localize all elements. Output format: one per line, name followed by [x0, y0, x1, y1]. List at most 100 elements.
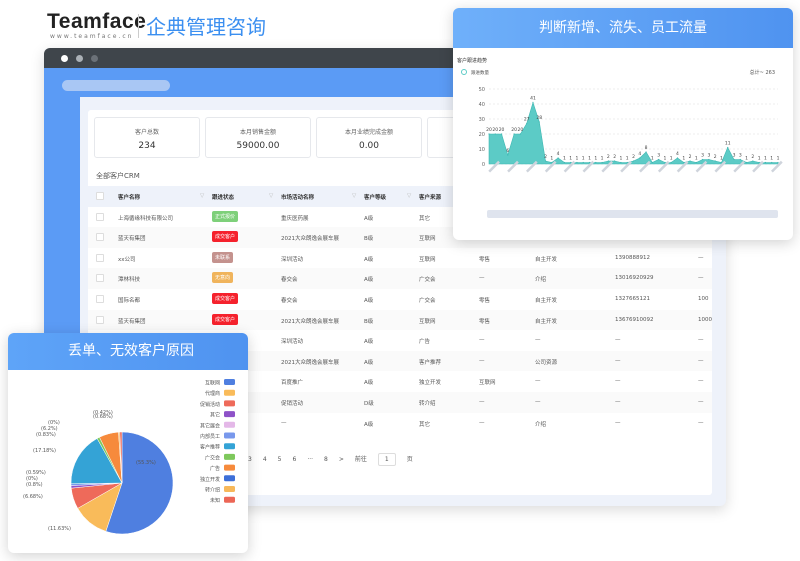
data-label: 1 [663, 156, 666, 162]
y-tick-label: 40 [479, 102, 485, 108]
column-header[interactable]: 跟进状态 [212, 193, 234, 201]
customer-name[interactable]: xx公司 [118, 255, 136, 263]
table-cell: — [698, 254, 704, 261]
legend-label[interactable]: 广交会 [205, 454, 220, 461]
legend-label[interactable]: 转介绍 [205, 487, 220, 494]
legend-label[interactable]: 促销活动 [200, 401, 220, 408]
legend-label[interactable]: 代理商 [205, 390, 220, 397]
customer-name[interactable]: 国际名都 [118, 296, 140, 304]
page-link[interactable]: 6 [292, 456, 296, 463]
stat-value: 59000.00 [236, 141, 280, 151]
page-link[interactable]: 8 [324, 456, 328, 463]
table-cell: 互联网 [419, 318, 436, 325]
status-tag: 未联系 [212, 251, 234, 263]
goto-input[interactable]: 1 [377, 453, 396, 466]
legend-label[interactable]: 未知 [210, 497, 220, 504]
slice-label: (6.2%) [41, 426, 58, 432]
table-title: 全部客户CRM [96, 172, 140, 180]
page-link[interactable]: 4 [263, 456, 267, 463]
data-label: 1 [576, 156, 579, 162]
legend-label[interactable]: 其它 [210, 412, 220, 419]
table-cell: 2021大众朗逸会展车展 [281, 359, 339, 366]
data-point [494, 133, 496, 135]
table-row: 蓝天有集团 成交客户 2021大众朗逸会展车展 B级 互联网 零售 自主开发 13676910… [88, 309, 712, 331]
data-point [500, 133, 503, 135]
legend-label[interactable]: 跟进数量 [471, 69, 489, 76]
filter-icon[interactable]: ▽ [407, 193, 411, 199]
data-label: 6 [506, 148, 509, 154]
y-tick-label: 50 [479, 87, 485, 93]
data-label: 1 [594, 156, 597, 162]
stat-label: 本月业绩完成金额 [344, 129, 393, 136]
legend-label[interactable]: 广告 [210, 465, 220, 472]
table-row: 国际名都 成交客户 春交会 A级 广交会 零售 自主开发 1327665121 100 [88, 289, 712, 310]
data-label: 1 [582, 156, 585, 162]
row-checkbox[interactable] [96, 315, 104, 324]
table-cell: 互联网 [419, 236, 436, 243]
brand-tagline: 企典管理咨询 [146, 15, 266, 39]
page-link[interactable]: 3 [248, 456, 252, 463]
table-cell: D级 [364, 401, 374, 407]
status-tag: 成交客户 [212, 313, 239, 325]
stat-card-total: 客户总数 234 [94, 117, 200, 158]
row-checkbox[interactable] [96, 295, 104, 303]
data-label: 1 [758, 156, 761, 162]
column-header[interactable]: 客户来源 [419, 193, 441, 201]
table-cell: — [615, 337, 621, 344]
page-link[interactable]: ··· [307, 456, 313, 463]
data-point [658, 158, 660, 161]
legend-swatch [224, 464, 235, 471]
legend-label[interactable]: 内部员工 [200, 433, 220, 440]
page-link[interactable]: > [339, 456, 344, 463]
filter-icon[interactable]: ▽ [200, 193, 204, 199]
row-checkbox[interactable] [96, 233, 104, 242]
maximize-dot-icon[interactable] [91, 55, 98, 62]
table-cell: — [698, 275, 704, 282]
legend-swatch [224, 475, 235, 482]
data-label: 1 [601, 156, 604, 162]
data-label: 2 [613, 154, 616, 160]
status-tag: 无意向 [212, 272, 234, 284]
legend-label[interactable]: 其它展会 [200, 422, 220, 429]
legend-label[interactable]: 客户推荐 [200, 444, 220, 451]
table-cell: — [698, 419, 704, 426]
minimize-dot-icon[interactable] [76, 55, 83, 62]
row-checkbox[interactable] [96, 253, 104, 262]
data-point [532, 101, 534, 104]
legend-label[interactable]: 互联网 [205, 380, 220, 387]
area-chart: 客户跟进趋势跟进数量 总计~ 2630102030405020 20 20620 202… [457, 57, 783, 218]
data-point [733, 158, 735, 161]
table-cell: 自主开发 [535, 256, 558, 263]
data-point [720, 161, 723, 164]
table-cell: A级 [364, 380, 374, 387]
select-all-checkbox[interactable] [96, 192, 104, 200]
zoom-slider[interactable] [487, 210, 778, 218]
customer-name[interactable]: 蓝天有集团 [118, 234, 146, 242]
data-label: 41 [530, 96, 536, 102]
column-header[interactable]: 市场活动名称 [281, 193, 314, 201]
customer-name[interactable]: 潭林科技 [118, 275, 140, 283]
table-cell: 13016920929 [615, 275, 654, 282]
row-checkbox[interactable] [96, 274, 104, 283]
filter-icon[interactable]: ▽ [269, 193, 273, 199]
filter-icon[interactable]: ▽ [352, 193, 356, 199]
table-cell: 零售 [479, 256, 491, 263]
table-cell: 转介绍 [419, 401, 436, 407]
table-cell: 1327665121 [615, 296, 650, 302]
customer-name[interactable]: 蓝天有集团 [118, 317, 146, 325]
data-label: 2 [714, 154, 717, 160]
legend-label[interactable]: 独立开发 [200, 476, 220, 483]
data-point [758, 161, 760, 164]
column-header[interactable]: 客户名称 [118, 193, 140, 201]
close-dot-icon[interactable] [61, 55, 68, 62]
customer-name[interactable]: 上海循缘科技有限公司 [118, 214, 173, 222]
data-label: 4 [676, 151, 679, 157]
column-header[interactable]: 客户等级 [364, 193, 386, 201]
page-link[interactable]: 5 [278, 456, 282, 463]
legend-swatch [224, 496, 235, 503]
data-label: 1 [563, 156, 566, 162]
search-bar[interactable] [62, 80, 170, 91]
row-checkbox[interactable] [96, 212, 104, 221]
data-point [570, 161, 572, 164]
table-cell: — [535, 378, 541, 385]
